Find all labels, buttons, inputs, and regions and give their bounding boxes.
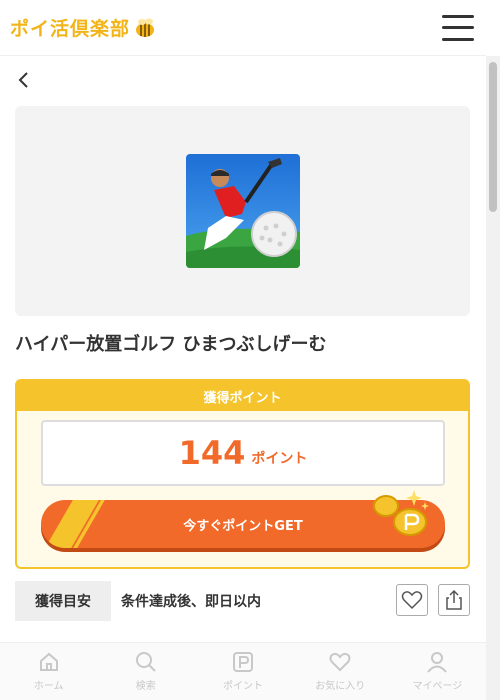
nav-mypage-label: マイページ — [412, 681, 463, 692]
scrollbar-thumb[interactable] — [489, 62, 497, 212]
share-icon — [446, 589, 462, 610]
nav-search-label: 検索 — [135, 681, 156, 692]
heart-icon — [401, 591, 423, 610]
heart-icon — [329, 652, 351, 672]
nav-points-label: ポイント — [223, 681, 263, 692]
nav-mypage[interactable]: マイページ — [389, 643, 486, 700]
guide-text: 条件達成後、即日以内 — [121, 594, 261, 610]
menu-bar — [442, 37, 474, 41]
button-stripe — [41, 500, 103, 548]
home-icon — [39, 652, 58, 671]
back-button[interactable] — [14, 68, 34, 92]
share-button[interactable] — [438, 584, 470, 616]
bottom-nav: ホーム 検索 ポイント お気に入り マイページ — [0, 642, 486, 700]
coins-icon — [362, 486, 432, 546]
nav-home[interactable]: ホーム — [0, 643, 97, 700]
scrollbar[interactable] — [486, 56, 500, 700]
app-title: ハイパー放置ゴルフ ひまつぶしげーむ — [15, 334, 327, 355]
menu-bar — [442, 14, 474, 18]
point-unit: ポイント — [251, 451, 308, 467]
header: ポイ活倶楽部 — [0, 0, 486, 56]
menu-button[interactable] — [442, 14, 474, 41]
point-header: 獲得ポイント — [17, 381, 468, 411]
point-icon — [233, 652, 253, 672]
point-amount: 144 — [178, 434, 246, 472]
nav-search[interactable]: 検索 — [97, 643, 194, 700]
favorite-button[interactable] — [396, 584, 428, 616]
acquisition-guide-row: 獲得目安 条件達成後、即日以内 — [15, 581, 470, 621]
nav-points[interactable]: ポイント — [194, 643, 291, 700]
point-display: 144 ポイント — [41, 420, 445, 486]
site-logo[interactable]: ポイ活倶楽部 — [10, 14, 156, 41]
user-icon — [427, 652, 448, 673]
logo-text: ポイ活倶楽部 — [10, 18, 131, 40]
menu-bar — [442, 26, 474, 29]
nav-home-label: ホーム — [33, 681, 64, 692]
nav-favorites-label: お気に入り — [315, 681, 366, 692]
search-icon — [135, 652, 156, 672]
get-points-label: 今すぐポイントGET — [183, 518, 303, 534]
app-hero — [15, 106, 470, 316]
app-icon — [186, 154, 300, 268]
bee-icon — [134, 18, 156, 38]
nav-favorites[interactable]: お気に入り — [292, 643, 389, 700]
guide-label: 獲得目安 — [15, 581, 111, 621]
chevron-left-icon — [18, 72, 28, 88]
